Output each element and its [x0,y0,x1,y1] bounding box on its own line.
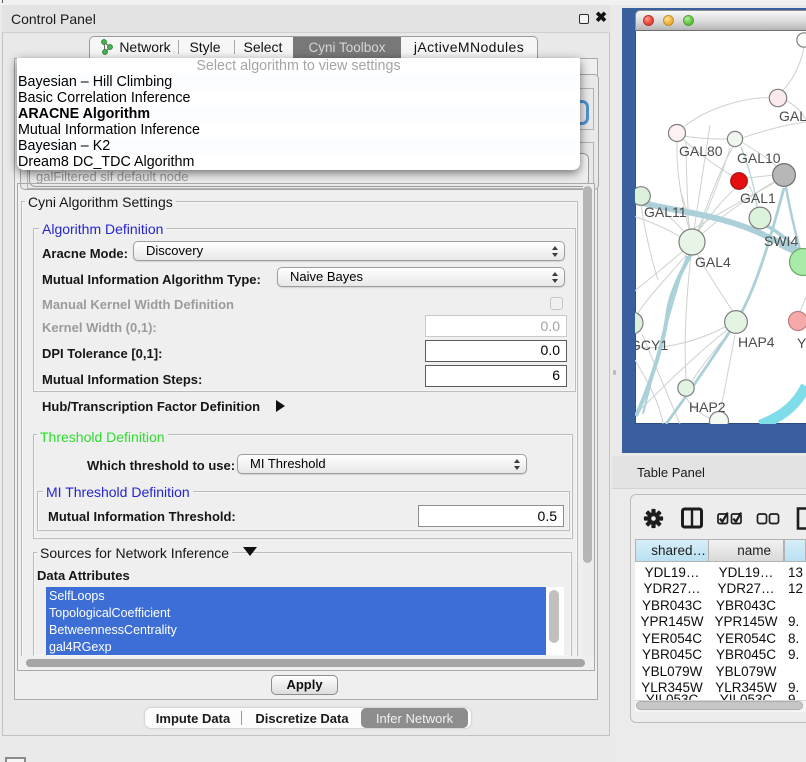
svg-text:Y: Y [797,335,806,351]
svg-text:GAL10: GAL10 [737,150,781,166]
svg-text:HAP2: HAP2 [689,399,726,415]
svg-text:GAL11: GAL11 [644,204,687,220]
svg-text:GAL80: GAL80 [679,143,723,159]
svg-text:GAL: GAL [779,108,806,124]
svg-text:HAP4: HAP4 [738,334,775,350]
svg-text:SWI4: SWI4 [764,233,798,249]
svg-text:GAL4: GAL4 [695,254,731,270]
svg-text:GAL1: GAL1 [740,190,776,206]
svg-text:GCY1: GCY1 [635,337,668,353]
